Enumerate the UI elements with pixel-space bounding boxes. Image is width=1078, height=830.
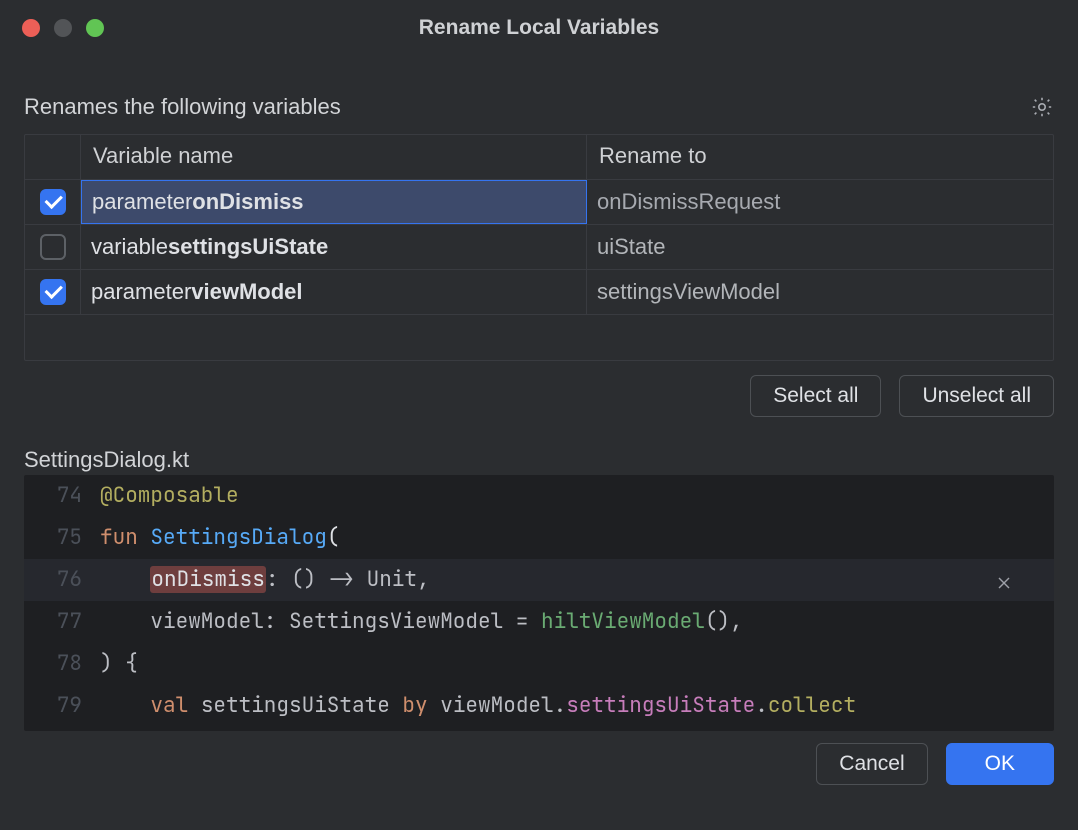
code-content: onDismiss: () -> Unit, (100, 559, 430, 601)
line-number: 78 (24, 643, 100, 685)
checkbox-header-cell (25, 135, 81, 179)
variable-kind: parameter (91, 279, 191, 305)
table-row[interactable]: parameter viewModel (25, 270, 1053, 315)
table-header-row: Variable name Rename to (25, 135, 1053, 180)
variable-name: settingsUiState (168, 234, 328, 260)
checkbox-cell (25, 225, 81, 269)
code-line: 78) { (24, 643, 1054, 685)
code-content: fun SettingsDialog( (100, 517, 339, 559)
code-content: val settingsUiState by viewModel.setting… (100, 685, 856, 727)
code-line: 74@Composable (24, 475, 1054, 517)
window-close-button[interactable] (22, 19, 40, 37)
cancel-button[interactable]: Cancel (816, 743, 927, 785)
rename-to-input[interactable] (597, 234, 1043, 260)
row-checkbox[interactable] (40, 189, 66, 215)
line-number: 75 (24, 517, 100, 559)
window-title: Rename Local Variables (0, 16, 1078, 40)
rename-to-header: Rename to (587, 135, 1053, 179)
dialog-subtitle: Renames the following variables (24, 94, 341, 120)
row-checkbox[interactable] (40, 234, 66, 260)
code-line: 76 onDismiss: () -> Unit, (24, 559, 1054, 601)
rename-to-input[interactable] (597, 189, 1043, 215)
rename-to-cell[interactable] (587, 270, 1053, 314)
code-content: @Composable (100, 475, 239, 517)
line-number: 74 (24, 475, 100, 517)
checkbox-cell (25, 180, 81, 224)
line-number: 79 (24, 685, 100, 727)
code-content: viewModel: SettingsViewModel = hiltViewM… (100, 601, 743, 643)
code-content: ) { (100, 643, 138, 685)
select-all-button[interactable]: Select all (750, 375, 881, 417)
close-icon[interactable] (992, 571, 1016, 595)
variables-table: Variable name Rename to parameter onDism… (24, 134, 1054, 361)
rename-to-input[interactable] (597, 279, 1043, 305)
ok-button[interactable]: OK (946, 743, 1054, 785)
variable-name: viewModel (191, 279, 302, 305)
checkbox-cell (25, 270, 81, 314)
code-preview: 74@Composable75fun SettingsDialog(76 onD… (24, 475, 1054, 731)
variable-name-cell[interactable]: variable settingsUiState (81, 225, 587, 269)
variable-kind: parameter (92, 189, 192, 215)
variable-name-cell[interactable]: parameter onDismiss (81, 180, 587, 224)
code-line: 77 viewModel: SettingsViewModel = hiltVi… (24, 601, 1054, 643)
code-line: 75fun SettingsDialog( (24, 517, 1054, 559)
variable-kind: variable (91, 234, 168, 260)
window-controls (0, 19, 104, 37)
variable-name-header: Variable name (81, 135, 587, 179)
row-checkbox[interactable] (40, 279, 66, 305)
variable-name: onDismiss (192, 189, 303, 215)
table-empty-row (25, 315, 1053, 360)
rename-to-cell[interactable] (587, 225, 1053, 269)
unselect-all-button[interactable]: Unselect all (899, 375, 1054, 417)
rename-to-cell[interactable] (587, 180, 1053, 224)
gear-icon[interactable] (1030, 95, 1054, 119)
window-minimize-button[interactable] (54, 19, 72, 37)
line-number: 76 (24, 559, 100, 601)
window-maximize-button[interactable] (86, 19, 104, 37)
table-row[interactable]: parameter onDismiss (25, 180, 1053, 225)
preview-filename: SettingsDialog.kt (24, 447, 1054, 473)
titlebar: Rename Local Variables (0, 0, 1078, 56)
line-number: 77 (24, 601, 100, 643)
code-line: 79 val settingsUiState by viewModel.sett… (24, 685, 1054, 727)
table-row[interactable]: variable settingsUiState (25, 225, 1053, 270)
variable-name-cell[interactable]: parameter viewModel (81, 270, 587, 314)
